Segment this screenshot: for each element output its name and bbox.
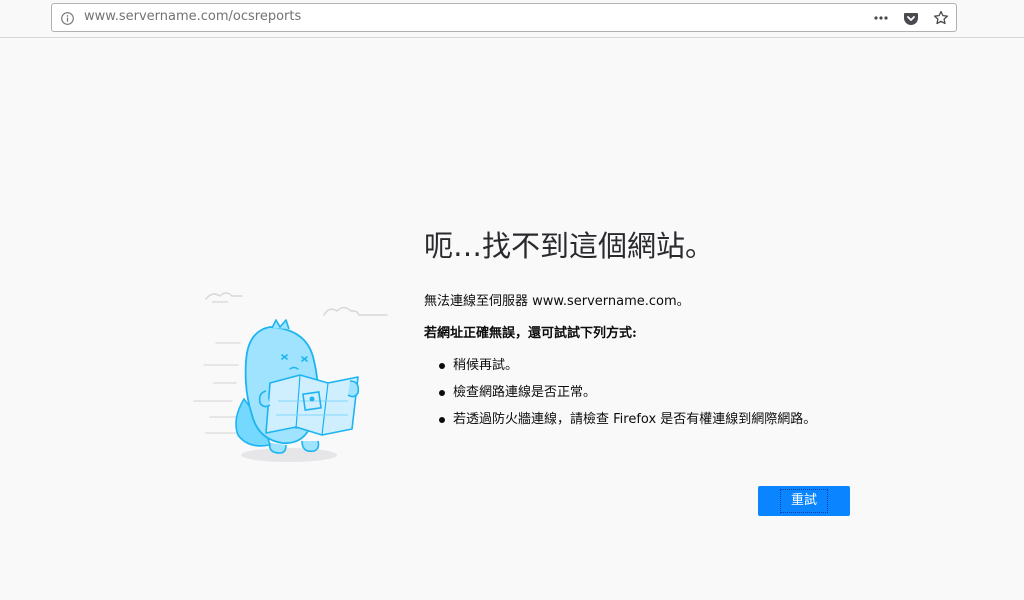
- pocket-icon[interactable]: [902, 9, 920, 27]
- suggestion-list: 稍候再試。 檢查網路連線是否正常。 若透過防火牆連線，請檢查 Firefox 是…: [424, 356, 984, 430]
- suggestion-heading: 若網址正確無誤，還可試試下列方式:: [424, 326, 637, 341]
- suggestion-item: 若透過防火牆連線，請檢查 Firefox 是否有權連線到網際網路。: [424, 410, 984, 430]
- suggestion-item: 稍候再試。: [424, 356, 984, 376]
- browser-toolbar: www.servername.com/ocsreports: [0, 0, 1024, 38]
- suggestion-text: 稍候再試。: [453, 358, 519, 373]
- bookmark-star-icon[interactable]: [932, 9, 950, 27]
- bullet-icon: [439, 363, 445, 369]
- retry-label: 重試: [779, 489, 828, 513]
- suggestion-text: 檢查網路連線是否正常。: [453, 385, 597, 400]
- url-bar-actions: [872, 8, 950, 28]
- lost-monster-illustration: [186, 283, 394, 468]
- suggestion-item: 檢查網路連線是否正常。: [424, 383, 984, 403]
- url-bar[interactable]: www.servername.com/ocsreports: [51, 3, 957, 32]
- error-title: 呃…找不到這個網站。: [424, 229, 715, 263]
- bullet-icon: [439, 417, 445, 423]
- suggestion-text: 若透過防火牆連線，請檢查 Firefox 是否有權連線到網際網路。: [453, 412, 817, 427]
- error-content: 呃…找不到這個網站。 無法連線至伺服器 www.servername.com。 …: [424, 226, 984, 437]
- url-text[interactable]: www.servername.com/ocsreports: [84, 9, 301, 24]
- retry-button[interactable]: 重試: [758, 486, 850, 516]
- bullet-icon: [439, 390, 445, 396]
- info-icon[interactable]: [61, 10, 74, 25]
- more-icon[interactable]: [872, 9, 890, 27]
- error-description: 無法連線至伺服器 www.servername.com。: [424, 294, 690, 309]
